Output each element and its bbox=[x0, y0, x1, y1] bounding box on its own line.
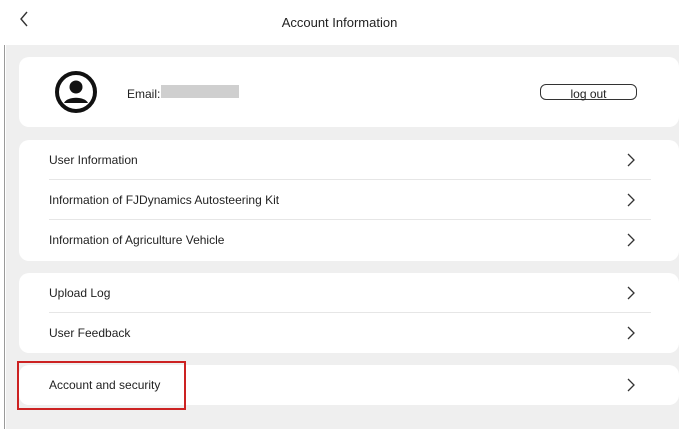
menu-item-label: Information of FJDynamics Autosteering K… bbox=[49, 193, 280, 207]
profile-card: Email: log out bbox=[19, 57, 679, 127]
info-menu-card: User Information Information of FJDynami… bbox=[19, 140, 679, 261]
logout-button[interactable]: log out bbox=[540, 84, 637, 101]
menu-item-agriculture-vehicle[interactable]: Information of Agriculture Vehicle bbox=[19, 220, 679, 260]
menu-item-user-information[interactable]: User Information bbox=[19, 140, 679, 180]
main-content: Email: log out User Information Informat… bbox=[6, 45, 679, 429]
user-avatar-icon bbox=[55, 71, 97, 113]
menu-item-label: Upload Log bbox=[49, 286, 111, 300]
account-information-screen: Account Information Email: log out User … bbox=[0, 0, 679, 429]
menu-item-account-security[interactable]: Account and security bbox=[19, 365, 679, 405]
menu-item-upload-log[interactable]: Upload Log bbox=[19, 273, 679, 313]
top-bar: Account Information bbox=[0, 0, 679, 45]
page-title: Account Information bbox=[281, 15, 398, 30]
menu-item-user-feedback[interactable]: User Feedback bbox=[19, 313, 679, 353]
chevron-right-icon bbox=[625, 326, 637, 340]
security-menu-card: Account and security bbox=[19, 365, 679, 405]
chevron-right-icon bbox=[625, 378, 637, 392]
menu-item-autosteering-kit[interactable]: Information of FJDynamics Autosteering K… bbox=[19, 180, 679, 220]
menu-item-label: User Information bbox=[49, 153, 138, 167]
window-edge bbox=[4, 0, 5, 429]
menu-item-label: User Feedback bbox=[49, 326, 131, 340]
menu-item-label: Account and security bbox=[49, 378, 161, 392]
chevron-right-icon bbox=[625, 233, 637, 247]
chevron-right-icon bbox=[625, 153, 637, 167]
email-label: Email: bbox=[127, 87, 161, 101]
tools-menu-card: Upload Log User Feedback bbox=[19, 273, 679, 353]
menu-item-label: Information of Agriculture Vehicle bbox=[49, 233, 225, 247]
chevron-right-icon bbox=[625, 286, 637, 300]
email-value-redacted bbox=[161, 85, 239, 98]
chevron-right-icon bbox=[625, 193, 637, 207]
